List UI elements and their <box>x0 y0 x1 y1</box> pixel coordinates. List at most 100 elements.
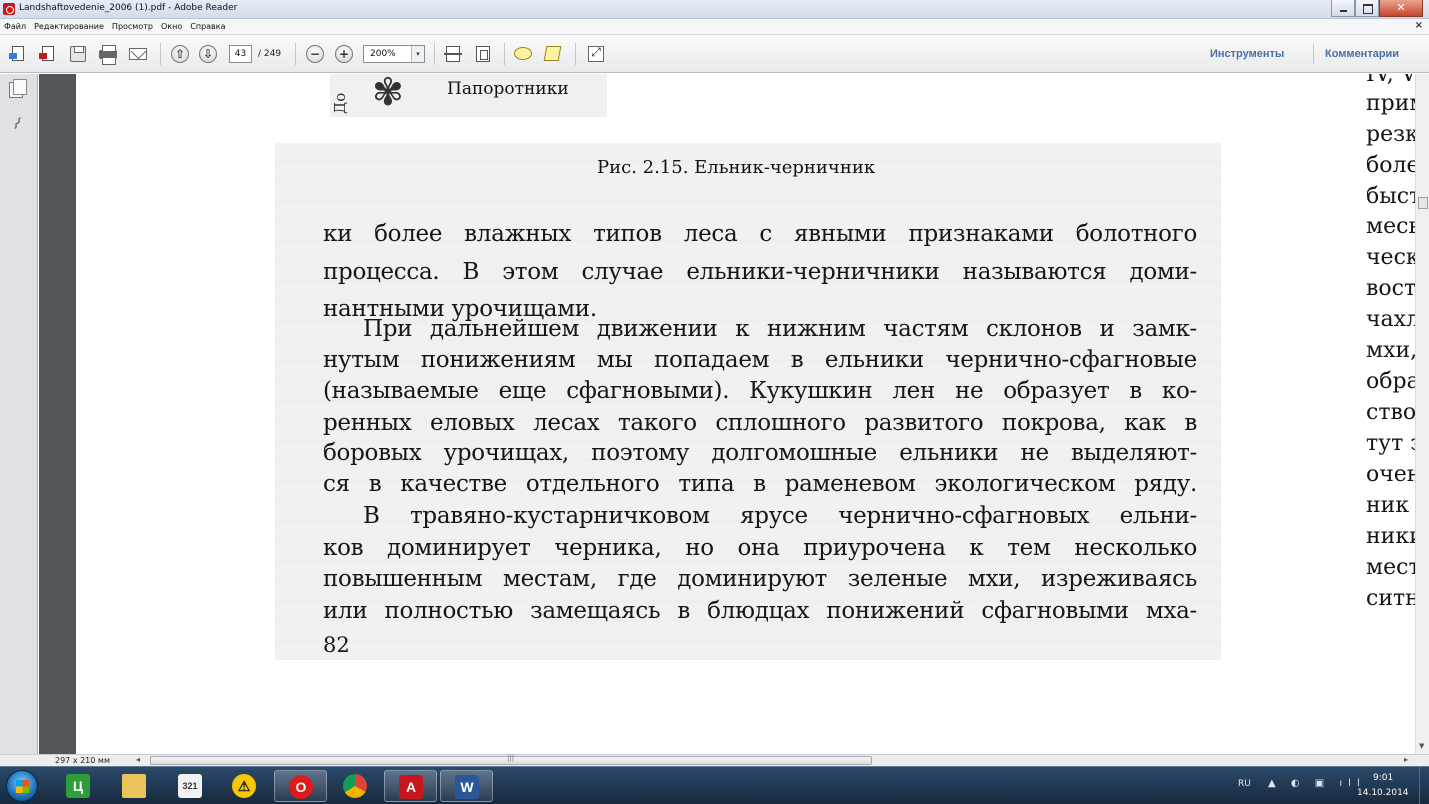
text-line: или полностью замещаясь в блюдцах пониже… <box>323 598 1197 624</box>
plus-icon: + <box>335 45 353 63</box>
email-button[interactable] <box>128 44 148 64</box>
window-controls <box>1331 0 1423 17</box>
text-line: ки более влажных типов леса с явными при… <box>323 221 1197 247</box>
horizontal-scroll-thumb[interactable] <box>150 754 872 765</box>
vertical-scroll-thumb[interactable] <box>1418 197 1428 209</box>
fit-width-icon <box>444 46 462 62</box>
menu-window[interactable]: Окно <box>157 19 186 31</box>
text-line: ник лу <box>1366 493 1415 518</box>
text-line: тут зел <box>1366 431 1415 456</box>
text-line: ренных еловых лесах такого сплошного раз… <box>323 410 1197 436</box>
full-screen-button[interactable] <box>586 44 606 64</box>
toolbar-divider <box>295 43 296 65</box>
text-line: месь с <box>1366 214 1415 239</box>
page-number-label: 82 <box>323 633 350 657</box>
start-button[interactable] <box>6 770 38 802</box>
text-line: ситник <box>1366 586 1415 611</box>
taskbar-app[interactable] <box>108 770 161 802</box>
text-line: образу <box>1366 369 1415 394</box>
fit-width-button[interactable] <box>443 44 463 64</box>
menu-view[interactable]: Просмотр <box>108 19 157 31</box>
close-window-button[interactable] <box>1379 0 1423 17</box>
zoom-select[interactable]: 200% ▾ <box>363 45 425 63</box>
toolbar-divider <box>575 43 576 65</box>
zoom-out-button[interactable]: − <box>305 44 325 64</box>
taskbar-app[interactable]: W <box>440 770 493 802</box>
minus-icon: − <box>306 45 324 63</box>
text-line: стволо <box>1366 400 1415 425</box>
page-total: / 249 <box>258 49 282 59</box>
navigation-pane: ⌇ <box>0 74 38 754</box>
taskbar-app[interactable]: Ц <box>52 770 105 802</box>
page-thumbnails-icon[interactable] <box>9 79 27 98</box>
arrow-down-icon: ⇩ <box>199 45 217 63</box>
text-line: нутым понижениям мы попадаем в ельники ч… <box>323 347 1197 373</box>
folder-icon <box>122 774 146 798</box>
comments-pane-button[interactable]: Комментарии <box>1325 48 1399 60</box>
document-viewport[interactable]: До ✾ Папоротники Рис. 2.15. Ельник-черни… <box>39 74 1415 754</box>
text-line: IV, V <box>1366 74 1415 87</box>
title-bar: Landshaftovedenie_2006 (1).pdf - Adobe R… <box>0 0 1429 19</box>
create-pdf-icon <box>9 46 24 61</box>
text-line: чахлым <box>1366 307 1415 332</box>
arrow-up-icon: ⇧ <box>171 45 189 63</box>
zoom-in-button[interactable]: + <box>334 44 354 64</box>
figure-header-vertical-text: До <box>331 92 349 114</box>
menu-edit[interactable]: Редактирование <box>30 19 108 31</box>
text-line: При дальнейшем движении к нижним частям … <box>363 316 1197 342</box>
fit-page-button[interactable] <box>473 44 493 64</box>
previous-page-button[interactable]: ⇧ <box>170 44 190 64</box>
maximize-button[interactable] <box>1355 0 1379 17</box>
envelope-icon <box>129 48 147 60</box>
chevron-down-icon[interactable]: ▾ <box>411 46 424 62</box>
menu-file[interactable]: Файл <box>0 19 30 31</box>
paperclip-icon[interactable]: ⌇ <box>4 111 30 137</box>
comment-button[interactable] <box>513 44 533 64</box>
green-app-icon: Ц <box>66 774 90 798</box>
menu-help[interactable]: Справка <box>186 19 229 31</box>
scroll-down-arrow-icon[interactable]: ▼ <box>1419 742 1424 750</box>
expand-icon <box>588 45 604 62</box>
menu-bar: Файл Редактирование Просмотр Окно Справк… <box>0 19 1429 35</box>
text-line: востой <box>1366 276 1415 301</box>
print-button[interactable] <box>98 44 118 65</box>
text-line: более в <box>1366 153 1415 178</box>
show-desktop-button[interactable] <box>1419 767 1429 804</box>
figure-caption: Рис. 2.15. Ельник-черничник <box>597 157 876 178</box>
taskbar-app[interactable] <box>329 770 382 802</box>
taskbar-app[interactable]: O <box>274 770 327 802</box>
speech-bubble-icon <box>514 47 532 60</box>
page-number-input[interactable]: 43 <box>229 45 252 63</box>
next-page-column: IV, V примес резко в более в быстре месь… <box>1366 74 1415 634</box>
scroll-left-arrow-icon[interactable]: ◂ <box>136 755 140 764</box>
toolbar: ⇧ ⇩ 43 / 249 − + 200% ▾ Инструменты Комм… <box>0 35 1429 73</box>
close-document-button[interactable]: × <box>1415 20 1423 31</box>
text-line: мхи, ч <box>1366 338 1415 363</box>
create-pdf-button[interactable] <box>8 44 28 64</box>
minimize-button[interactable] <box>1331 0 1355 17</box>
open-file-icon <box>39 46 54 61</box>
language-indicator[interactable]: RU <box>1238 779 1251 789</box>
vertical-scrollbar[interactable]: ▼ <box>1415 74 1429 754</box>
taskbar-app[interactable]: ⚠ <box>218 770 271 802</box>
taskbar-app[interactable]: A <box>384 770 437 802</box>
clock-date[interactable]: 14.10.2014 <box>1357 788 1409 798</box>
clock-time[interactable]: 9:01 <box>1373 773 1393 783</box>
taskbar-app[interactable]: 321 <box>164 770 217 802</box>
next-page-button[interactable]: ⇩ <box>198 44 218 64</box>
toolbar-divider <box>1313 44 1314 64</box>
open-button[interactable] <box>38 44 58 64</box>
fit-page-icon <box>476 46 490 62</box>
highlight-button[interactable] <box>543 44 563 64</box>
text-line: ники л <box>1366 524 1415 549</box>
save-button[interactable] <box>68 44 88 64</box>
adobe-reader-icon: A <box>399 775 423 799</box>
tools-pane-button[interactable]: Инструменты <box>1210 48 1284 60</box>
text-line: ков доминирует черника, но она приурочен… <box>323 535 1197 561</box>
system-tray-icons[interactable]: ▲ ◐ ▣ ıll <box>1268 778 1366 789</box>
scanned-text-block: Рис. 2.15. Ельник-черничник ки более вла… <box>275 143 1221 660</box>
status-bar: 297 x 210 мм ◂ ▸ <box>0 754 1429 766</box>
pdf-page: До ✾ Папоротники Рис. 2.15. Ельник-черни… <box>76 74 1415 754</box>
fern-illustration-icon: ✾ <box>372 74 404 114</box>
scroll-right-arrow-icon[interactable]: ▸ <box>1404 755 1408 764</box>
